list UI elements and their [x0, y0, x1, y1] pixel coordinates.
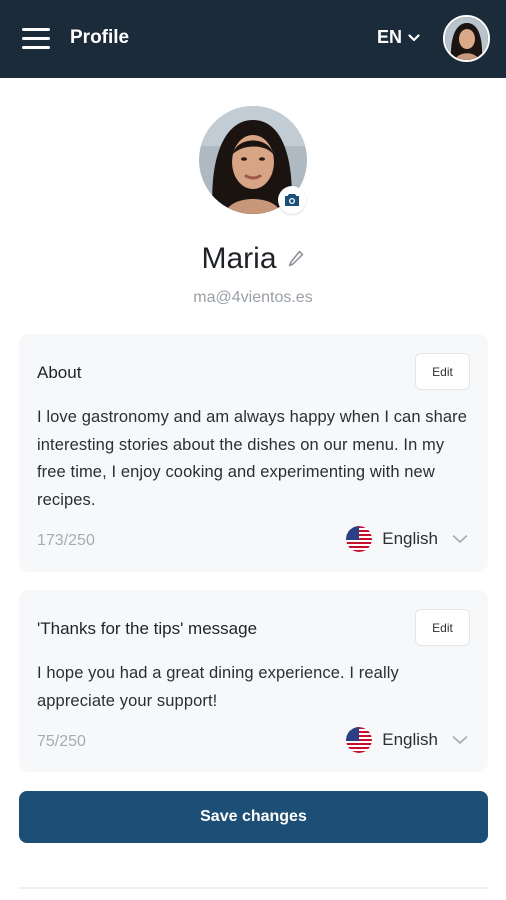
profile-email: ma@4vientos.es	[193, 289, 313, 306]
top-app-bar: Profile EN	[0, 0, 506, 78]
about-text: I love gastronomy and am always happy wh…	[37, 408, 468, 509]
language-code: EN	[377, 27, 403, 47]
page-title: Profile	[70, 27, 130, 48]
hamburger-menu-icon[interactable]	[22, 26, 52, 52]
chevron-down-icon	[408, 33, 420, 41]
about-language-select[interactable]: English	[346, 526, 468, 552]
divider	[19, 887, 488, 889]
about-edit-button[interactable]: Edit	[415, 353, 470, 390]
name-row: Maria	[0, 242, 506, 276]
pencil-icon[interactable]	[287, 249, 305, 269]
chevron-down-icon	[452, 535, 468, 543]
tips-message-text: I hope you had a great dining experience…	[37, 664, 399, 710]
chevron-down-icon	[452, 736, 468, 744]
tips-message-card: 'Thanks for the tips' message Edit I hop…	[19, 590, 488, 772]
tips-message-language-label: English	[382, 730, 438, 749]
tips-message-title: 'Thanks for the tips' message	[37, 619, 258, 638]
about-card: About Edit I love gastronomy and am alwa…	[19, 334, 488, 572]
about-language-label: English	[382, 529, 438, 548]
about-title: About	[37, 363, 82, 382]
tips-message-char-counter: 75/250	[37, 733, 86, 750]
tips-message-language-select[interactable]: English	[346, 727, 468, 753]
tips-message-edit-button[interactable]: Edit	[415, 609, 470, 646]
avatar[interactable]	[443, 15, 490, 62]
profile-name: Maria	[201, 242, 277, 275]
language-switcher[interactable]: EN	[377, 27, 420, 48]
us-flag-icon	[346, 526, 373, 552]
camera-icon[interactable]	[278, 186, 306, 214]
us-flag-icon	[346, 727, 373, 753]
save-changes-button[interactable]: Save changes	[19, 791, 488, 843]
about-char-counter: 173/250	[37, 532, 95, 549]
